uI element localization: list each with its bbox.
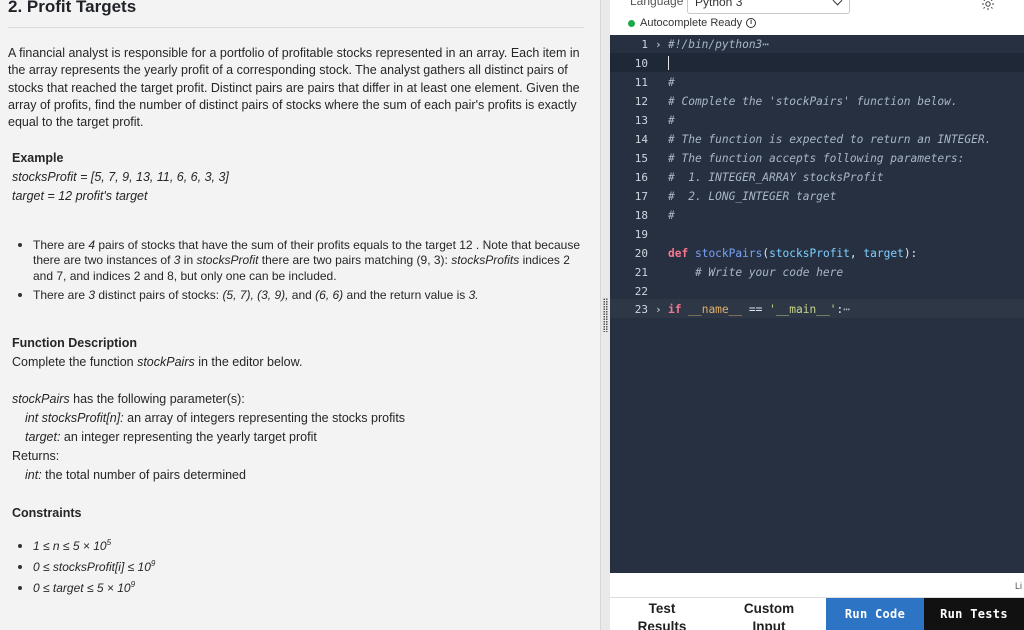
- code-line: # 2. LONG_INTEGER target: [668, 190, 837, 203]
- code-line-def: def stockPairs(stocksProfit, target):: [668, 247, 918, 260]
- text-cursor: [668, 56, 669, 70]
- fold-arrow-icon[interactable]: ›: [655, 303, 662, 316]
- language-label: Language: [630, 0, 684, 8]
- line-number: 15: [634, 152, 648, 165]
- line-number: 11: [634, 76, 648, 89]
- problem-title: 2. Profit Targets: [8, 0, 137, 16]
- drag-handle-icon[interactable]: [603, 298, 608, 332]
- theme-toggle-icon[interactable]: [982, 0, 994, 10]
- cursor-position: Li: [1014, 581, 1022, 591]
- current-line-highlight: [610, 53, 1024, 72]
- line-number: 14: [634, 133, 648, 146]
- parameter-stocksprofit: int stocksProfit[n]: an array of integer…: [25, 411, 406, 425]
- code-line: # Complete the 'stockPairs' function bel…: [668, 95, 958, 108]
- parameters-intro: stockPairs has the following parameter(s…: [12, 392, 245, 406]
- editor-panel: Language Python 3 Autocomplete Ready i 1…: [610, 0, 1024, 630]
- line-number: 20: [634, 247, 648, 260]
- constraint-n: 1 ≤ n ≤ 5 × 105: [18, 538, 111, 553]
- fold-arrow-icon[interactable]: ›: [655, 38, 662, 51]
- code-editor[interactable]: 1 › #!/bin/python3⋯ 10 11 # 12 # Complet…: [610, 35, 1024, 573]
- line-number: 18: [634, 209, 648, 222]
- function-description-text: Complete the function stockPairs in the …: [12, 355, 303, 369]
- line-number: 10: [634, 57, 648, 70]
- run-tests-button[interactable]: Run Tests: [924, 598, 1024, 630]
- example-heading: Example: [12, 151, 64, 165]
- line-number: 12: [634, 95, 648, 108]
- constraints-heading: Constraints: [12, 506, 82, 520]
- constraint-profit: 0 ≤ stocksProfit[i] ≤ 109: [18, 559, 155, 574]
- autocomplete-status: Autocomplete Ready i: [628, 17, 757, 29]
- example-explanation: There are 4 pairs of stocks that have th…: [18, 238, 588, 304]
- example-target: target = 12 profit's target: [12, 189, 148, 203]
- returns-label: Returns:: [12, 449, 60, 463]
- line-number: 19: [634, 228, 648, 241]
- status-dot-icon: [628, 19, 635, 27]
- info-icon[interactable]: i: [746, 18, 757, 28]
- list-item: There are 3 distinct pairs of stocks: (5…: [18, 288, 588, 303]
- code-line: #: [668, 76, 675, 89]
- language-select[interactable]: Python 3: [687, 0, 850, 14]
- tab-test-results[interactable]: Test Results: [630, 600, 694, 630]
- editor-status-line: Li: [610, 573, 1024, 597]
- run-code-button[interactable]: Run Code: [826, 598, 924, 630]
- language-value: Python 3: [695, 0, 743, 9]
- action-bar: Test Results Custom Input Run Code Run T…: [610, 597, 1024, 630]
- title-divider: [8, 27, 584, 28]
- function-description-heading: Function Description: [12, 336, 137, 350]
- line-number: 13: [634, 114, 648, 127]
- constraint-target: 0 ≤ target ≤ 5 × 109: [18, 580, 135, 595]
- returns-text: int: the total number of pairs determine…: [25, 468, 246, 482]
- line-number: 17: [634, 190, 648, 203]
- problem-description: A financial analyst is responsible for a…: [8, 46, 580, 130]
- line-number: 1: [641, 38, 648, 51]
- panel-splitter[interactable]: [600, 0, 610, 630]
- code-line: #!/bin/python3⋯: [668, 38, 770, 51]
- parameter-target: target: an integer representing the year…: [25, 430, 317, 444]
- chevron-down-icon: [832, 0, 843, 6]
- tab-custom-input[interactable]: Custom Input: [732, 600, 806, 630]
- line-number: 22: [634, 285, 648, 298]
- code-line: # The function is expected to return an …: [668, 133, 992, 146]
- line-number: 21: [634, 266, 648, 279]
- code-line: # Write your code here: [668, 266, 844, 279]
- code-line: #: [668, 209, 675, 222]
- example-input: stocksProfit = [5, 7, 9, 13, 11, 6, 6, 3…: [12, 170, 229, 184]
- line-number: 16: [634, 171, 648, 184]
- list-item: There are 4 pairs of stocks that have th…: [18, 238, 588, 284]
- code-line: #: [668, 114, 675, 127]
- code-line-main: if __name__ == '__main__':⋯: [668, 303, 850, 316]
- editor-toolbar: Language Python 3 Autocomplete Ready i: [610, 0, 1024, 35]
- problem-panel: 2. Profit Targets A financial analyst is…: [0, 0, 600, 630]
- code-line: # The function accepts following paramet…: [668, 152, 965, 165]
- line-number: 23: [634, 303, 648, 316]
- code-line: # 1. INTEGER_ARRAY stocksProfit: [668, 171, 884, 184]
